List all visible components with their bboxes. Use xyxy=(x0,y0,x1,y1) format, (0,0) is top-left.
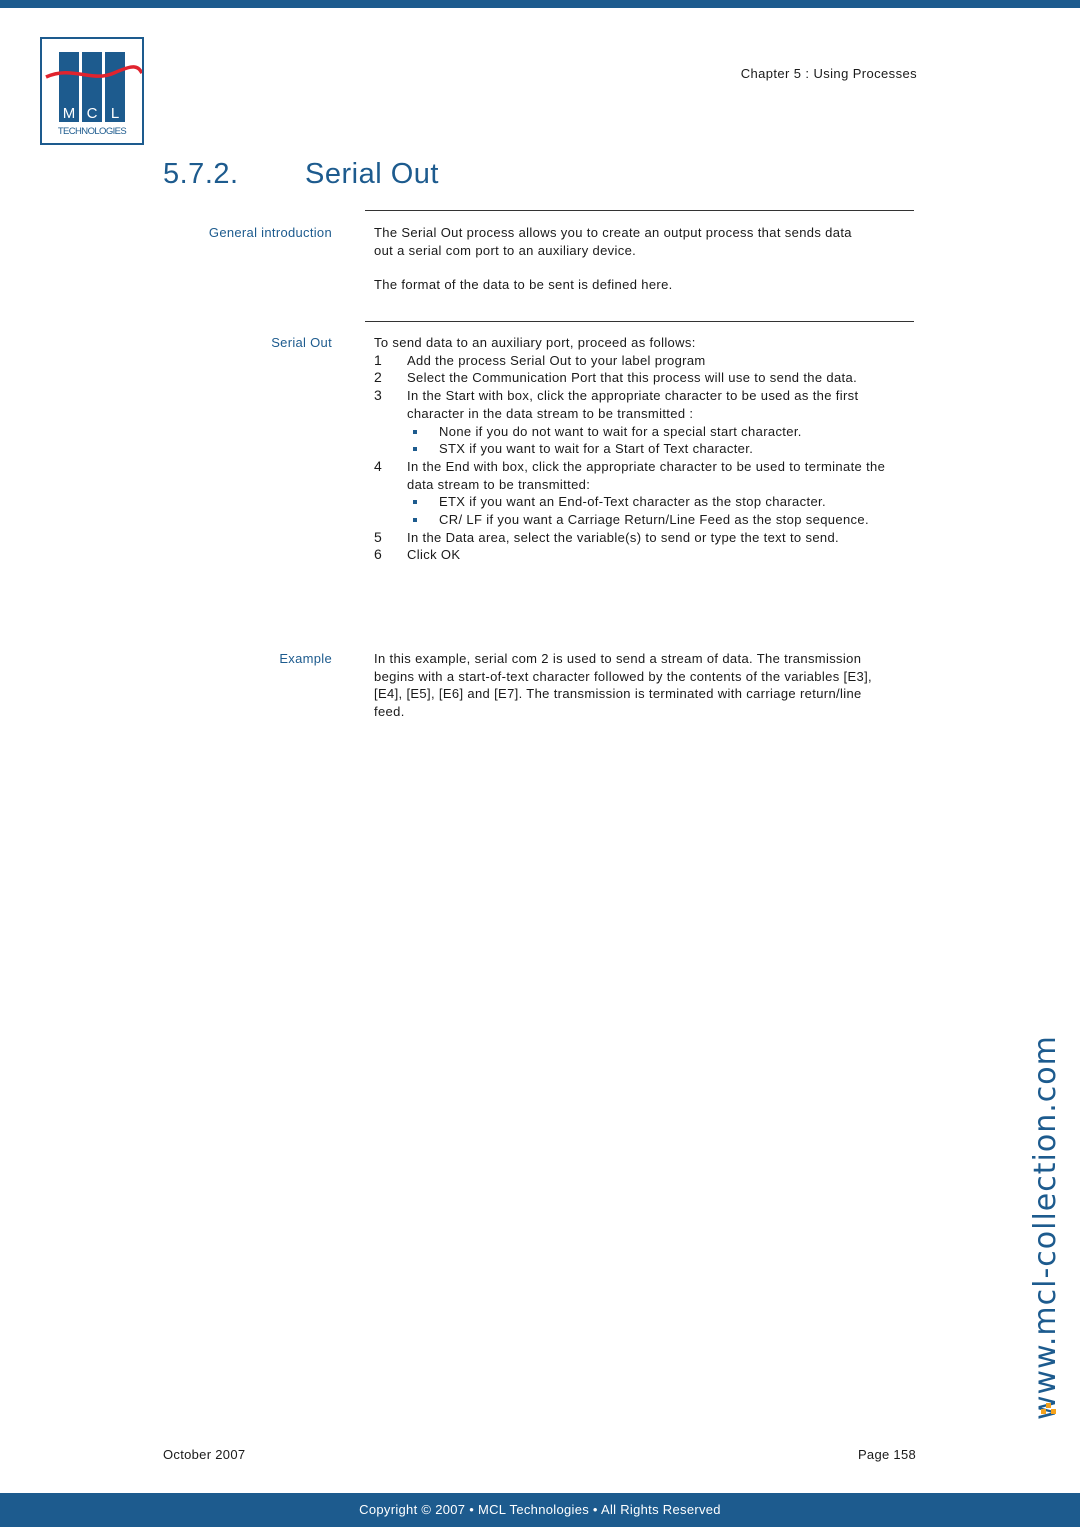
step-item: 6 Click OK xyxy=(374,546,914,564)
copyright-text: Copyright © 2007 • MCL Technologies • Al… xyxy=(359,1502,721,1517)
section-number: 5.7.2. xyxy=(163,158,239,190)
orange-dots-icon xyxy=(1041,1403,1057,1415)
mcl-logo: M C L TECHNOLOGIES xyxy=(40,37,144,145)
mcl-logo-icon: M C L TECHNOLOGIES xyxy=(45,52,142,137)
example-text: In this example, serial com 2 is used to… xyxy=(374,651,872,720)
copyright-bar: Copyright © 2007 • MCL Technologies • Al… xyxy=(0,1493,1080,1527)
step-item: 1 Add the process Serial Out to your labe… xyxy=(374,352,914,370)
svg-text:L: L xyxy=(111,105,119,122)
divider xyxy=(365,210,914,211)
square-bullet-icon xyxy=(413,500,417,505)
bullet-text: None if you do not want to wait for a sp… xyxy=(439,423,802,439)
step-text: Add the process Serial Out to your label… xyxy=(407,352,706,368)
step-text: Click OK xyxy=(407,547,461,563)
svg-text:M: M xyxy=(63,105,76,122)
step-number: 5 xyxy=(374,528,383,545)
intro-paragraph: The Serial Out process allows you to cre… xyxy=(374,225,852,258)
bullet-text: CR/ LF if you want a Carriage Return/Lin… xyxy=(439,512,869,528)
serial-out-instructions: To send data to an auxiliary port, proce… xyxy=(374,334,914,564)
square-bullet-icon xyxy=(413,429,417,434)
bullet-list: None if you do not want to wait for a sp… xyxy=(407,423,914,458)
bullet-text: ETX if you want an End-of-Text character… xyxy=(439,494,826,510)
intro-text: The Serial Out process allows you to cre… xyxy=(374,224,914,294)
svg-text:TECHNOLOGIES: TECHNOLOGIES xyxy=(58,126,127,137)
label-example: Example xyxy=(279,651,332,666)
svg-text:C: C xyxy=(87,105,98,122)
step-number: 4 xyxy=(374,457,383,474)
step-item: 2 Select the Communication Port that this… xyxy=(374,369,914,387)
step-item: 3 In the Start with box, click the approp… xyxy=(374,387,914,458)
bullet-text: STX if you want to wait for a Start of T… xyxy=(439,441,754,457)
top-bar xyxy=(0,0,1080,8)
divider xyxy=(365,321,914,322)
footer-date: October 2007 xyxy=(163,1447,246,1462)
steps-list: 1 Add the process Serial Out to your labe… xyxy=(374,352,914,564)
square-bullet-icon xyxy=(413,518,417,523)
watermark-url: www.mcl-collection.com xyxy=(1028,1035,1063,1420)
bullet-item: ETX if you want an End-of-Text character… xyxy=(407,493,914,511)
intro-paragraph: The format of the data to be sent is def… xyxy=(374,277,673,293)
page-number: Page 158 xyxy=(857,1447,916,1462)
step-number: 2 xyxy=(374,369,383,386)
square-bullet-icon xyxy=(413,447,417,452)
bullet-item: STX if you want to wait for a Start of T… xyxy=(407,440,914,458)
section-heading: Serial Out xyxy=(305,158,439,190)
label-general-introduction: General introduction xyxy=(208,225,332,240)
step-number: 3 xyxy=(374,387,383,404)
step-item: 5 In the Data area, select the variable(s… xyxy=(374,529,914,547)
bullet-item: CR/ LF if you want a Carriage Return/Lin… xyxy=(407,511,914,529)
label-serial-out: Serial Out xyxy=(271,335,332,350)
step-text: In the Data area, select the variable(s)… xyxy=(407,529,840,545)
step-text: In the Start with box, click the appropr… xyxy=(407,388,859,421)
step-item: 4 In the End with box, click the appropri… xyxy=(374,458,914,529)
instructions-lead: To send data to an auxiliary port, proce… xyxy=(374,335,696,350)
step-number: 6 xyxy=(374,546,383,563)
step-text: Select the Communication Port that this … xyxy=(407,370,858,386)
bullet-item: None if you do not want to wait for a sp… xyxy=(407,423,914,441)
bullet-list: ETX if you want an End-of-Text character… xyxy=(407,493,914,528)
step-number: 1 xyxy=(374,351,383,368)
step-text: In the End with box, click the appropria… xyxy=(407,458,886,492)
section-title: 5.7.2. Serial Out xyxy=(163,158,439,191)
chapter-header: Chapter 5 : Using Processes xyxy=(740,66,917,81)
